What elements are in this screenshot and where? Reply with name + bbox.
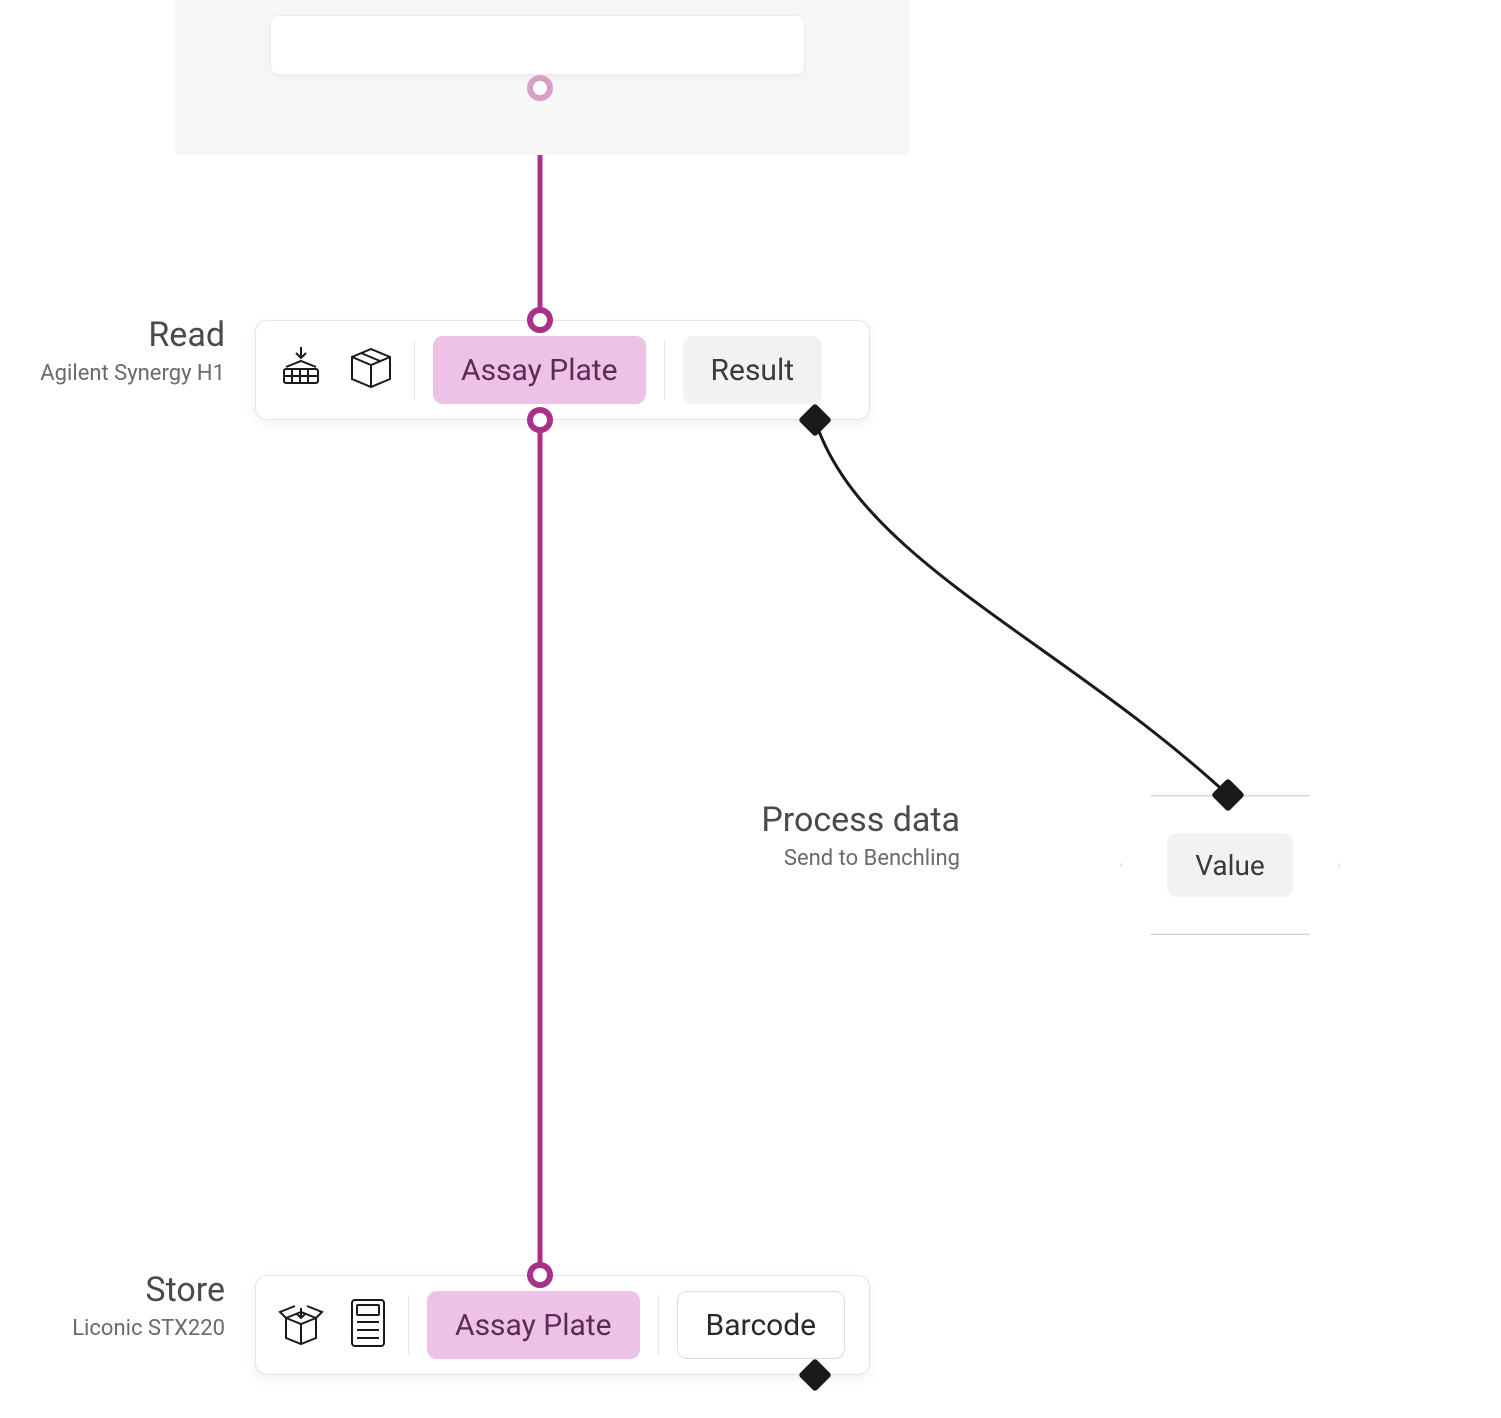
- store-label: Store Liconic STX220: [0, 1270, 225, 1341]
- store-title: Store: [0, 1270, 225, 1310]
- port-circle[interactable]: [527, 75, 553, 101]
- process-label: Process data Send to Benchling: [725, 800, 960, 871]
- reader-icon: [276, 343, 326, 397]
- port-circle[interactable]: [527, 407, 553, 433]
- read-chip-primary[interactable]: Assay Plate: [433, 336, 646, 404]
- process-node[interactable]: Value: [1120, 795, 1340, 935]
- read-label: Read Agilent Synergy H1: [0, 315, 225, 386]
- store-subtitle: Liconic STX220: [0, 1316, 225, 1341]
- process-subtitle: Send to Benchling: [725, 846, 960, 871]
- process-chip[interactable]: Value: [1167, 833, 1293, 897]
- port-circle[interactable]: [527, 307, 553, 333]
- divider: [408, 1295, 409, 1355]
- previous-step-card: [270, 15, 805, 75]
- workflow-canvas[interactable]: Read Agilent Synergy H1: [0, 0, 1501, 1418]
- read-title: Read: [0, 315, 225, 355]
- store-chip-primary[interactable]: Assay Plate: [427, 1291, 640, 1359]
- open-box-icon: [276, 1298, 326, 1352]
- read-node[interactable]: Assay Plate Result: [255, 320, 870, 420]
- package-icon: [346, 343, 396, 397]
- port-circle[interactable]: [527, 1262, 553, 1288]
- divider: [658, 1295, 659, 1355]
- store-node[interactable]: Assay Plate Barcode: [255, 1275, 870, 1375]
- connectors-layer: [0, 0, 1501, 1418]
- read-icons: [276, 343, 396, 397]
- storage-unit-icon: [346, 1296, 390, 1354]
- read-subtitle: Agilent Synergy H1: [0, 361, 225, 386]
- store-icons: [276, 1296, 390, 1354]
- read-chip-secondary[interactable]: Result: [683, 336, 823, 404]
- divider: [414, 340, 415, 400]
- store-chip-secondary[interactable]: Barcode: [677, 1291, 846, 1359]
- process-title: Process data: [725, 800, 960, 840]
- divider: [664, 340, 665, 400]
